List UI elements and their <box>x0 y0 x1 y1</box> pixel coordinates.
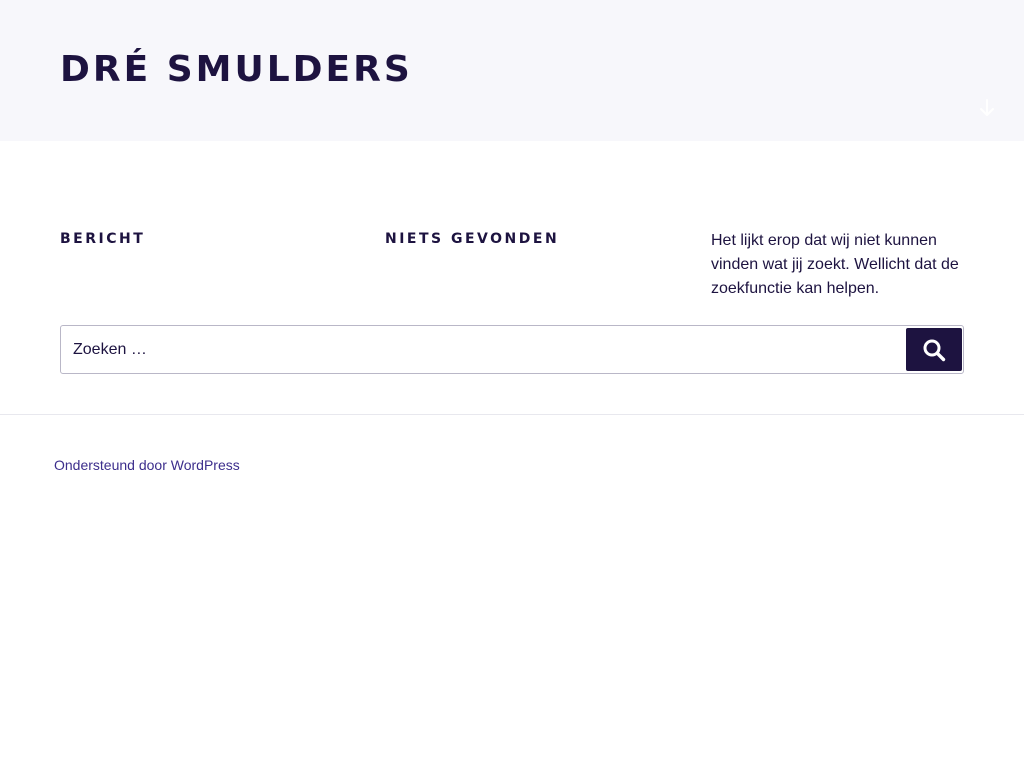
page-label: BERICHT <box>60 231 146 247</box>
footer-divider <box>0 414 1024 415</box>
search-button[interactable] <box>906 328 962 371</box>
site-header: DRÉ SMULDERS <box>0 0 1024 141</box>
not-found-message: Het lijkt erop dat wij niet kunnen vinde… <box>711 232 959 297</box>
search-form <box>60 325 964 374</box>
search-icon <box>923 339 946 361</box>
arrow-down-icon <box>980 99 994 116</box>
search-input[interactable] <box>61 326 903 373</box>
site-title[interactable]: DRÉ SMULDERS <box>60 48 413 92</box>
scroll-down-button[interactable] <box>976 97 998 119</box>
page-title: NIETS GEVONDEN <box>385 231 560 247</box>
wordpress-credit-link[interactable]: Ondersteund door WordPress <box>54 456 240 474</box>
